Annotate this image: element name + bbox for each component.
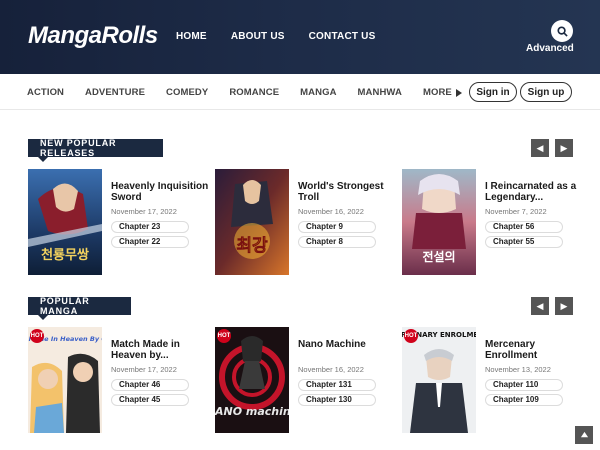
cover-text: 전설의 [422, 249, 455, 264]
chapter-link[interactable]: Chapter 46 [111, 379, 189, 391]
next-button[interactable]: ▶ [555, 297, 573, 315]
nav-home[interactable]: HOME [176, 31, 207, 42]
manga-card[interactable]: 전설의 I Reincarnated as a Legendary... Nov… [402, 169, 587, 275]
chapter-link[interactable]: Chapter 8 [298, 236, 376, 248]
chevron-left-icon: ◀ [536, 142, 544, 153]
chevron-right-icon: ▶ [560, 300, 568, 311]
manga-cover[interactable]: 천룡무쌍 [28, 169, 102, 275]
sign-up-button[interactable]: Sign up [520, 82, 572, 102]
chevron-left-icon: ◀ [536, 300, 544, 311]
manga-card[interactable]: 천룡무쌍 Heavenly Inquisition Sword November… [28, 169, 213, 275]
release-date: November 16, 2022 [298, 365, 364, 374]
chapter-link[interactable]: Chapter 45 [111, 394, 189, 406]
hot-badge: HOT [30, 329, 44, 343]
manga-title[interactable]: World's Strongest Troll [298, 181, 400, 203]
manga-cover[interactable]: 전설의 [402, 169, 476, 275]
site-header: MangaRolls HOME ABOUT US CONTACT US Adva… [0, 0, 600, 74]
hot-badge: HOT [217, 329, 231, 343]
manga-title[interactable]: Match Made in Heaven by... [111, 339, 213, 361]
section-title: NEW POPULAR RELEASES [28, 138, 163, 162]
manga-title[interactable]: I Reincarnated as a Legendary... [485, 181, 587, 203]
genre-adventure[interactable]: ADVENTURE [85, 87, 145, 98]
manga-card[interactable]: NANO machine HOT Nano Machine November 1… [215, 327, 400, 433]
manga-title[interactable]: Heavenly Inquisition Sword [111, 181, 213, 203]
hot-badge: HOT [404, 329, 418, 343]
genre-comedy[interactable]: COMEDY [166, 87, 208, 98]
chapter-link[interactable]: Chapter 131 [298, 379, 376, 391]
back-to-top-button[interactable] [575, 426, 593, 444]
manga-cover[interactable]: MERCENARY ENROLMENT HOT [402, 327, 476, 433]
release-date: November 17, 2022 [111, 365, 177, 374]
chapter-link[interactable]: Chapter 22 [111, 236, 189, 248]
nav-about-us[interactable]: ABOUT US [231, 31, 285, 42]
chapter-link[interactable]: Chapter 55 [485, 236, 563, 248]
manga-card[interactable]: 최강 World's Strongest Troll November 16, … [215, 169, 400, 275]
genre-action[interactable]: ACTION [27, 87, 64, 98]
chapter-link[interactable]: Chapter 23 [111, 221, 189, 233]
genre-more[interactable]: MORE [423, 87, 462, 98]
cover-text: 최강 [236, 236, 268, 256]
release-date: November 16, 2022 [298, 207, 364, 216]
search-button[interactable] [551, 20, 573, 42]
chevron-right-icon: ▶ [560, 142, 568, 153]
cover-text: NANO machine [215, 405, 289, 418]
main-nav: HOME ABOUT US CONTACT US [176, 31, 375, 42]
advanced-search-link[interactable]: Advanced [526, 43, 574, 54]
genre-romance[interactable]: ROMANCE [229, 87, 279, 98]
manga-cover[interactable]: NANO machine HOT [215, 327, 289, 433]
release-date: November 13, 2022 [485, 365, 551, 374]
arrow-up-icon [580, 431, 588, 437]
manga-cover[interactable]: Match Made In Heaven By Chance HOT [28, 327, 102, 433]
more-label: MORE [422, 87, 452, 98]
chapter-link[interactable]: Chapter 9 [298, 221, 376, 233]
sign-in-button[interactable]: Sign in [469, 82, 517, 102]
prev-button[interactable]: ◀ [531, 139, 549, 157]
triangle-right-icon [455, 88, 462, 97]
manga-title[interactable]: Nano Machine [298, 339, 400, 361]
chapter-link[interactable]: Chapter 130 [298, 394, 376, 406]
manga-card[interactable]: MERCENARY ENROLMENT HOT Mercenary Enroll… [402, 327, 587, 433]
release-date: November 7, 2022 [485, 207, 547, 216]
nav-contact-us[interactable]: CONTACT US [309, 31, 376, 42]
manga-title[interactable]: Mercenary Enrollment [485, 339, 587, 361]
next-button[interactable]: ▶ [555, 139, 573, 157]
chapter-link[interactable]: Chapter 56 [485, 221, 563, 233]
search-icon [556, 25, 568, 37]
release-date: November 17, 2022 [111, 207, 177, 216]
prev-button[interactable]: ◀ [531, 297, 549, 315]
genre-manga[interactable]: MANGA [300, 87, 336, 98]
site-logo[interactable]: MangaRolls [28, 22, 158, 50]
chapter-link[interactable]: Chapter 110 [485, 379, 563, 391]
chapter-link[interactable]: Chapter 109 [485, 394, 563, 406]
manga-cover[interactable]: 최강 [215, 169, 289, 275]
cover-text: 천룡무쌍 [41, 248, 89, 263]
section-title: POPULAR MANGA [28, 296, 131, 320]
genre-manhwa[interactable]: MANHWA [358, 87, 402, 98]
manga-card[interactable]: Match Made In Heaven By Chance HOT Match… [28, 327, 213, 433]
